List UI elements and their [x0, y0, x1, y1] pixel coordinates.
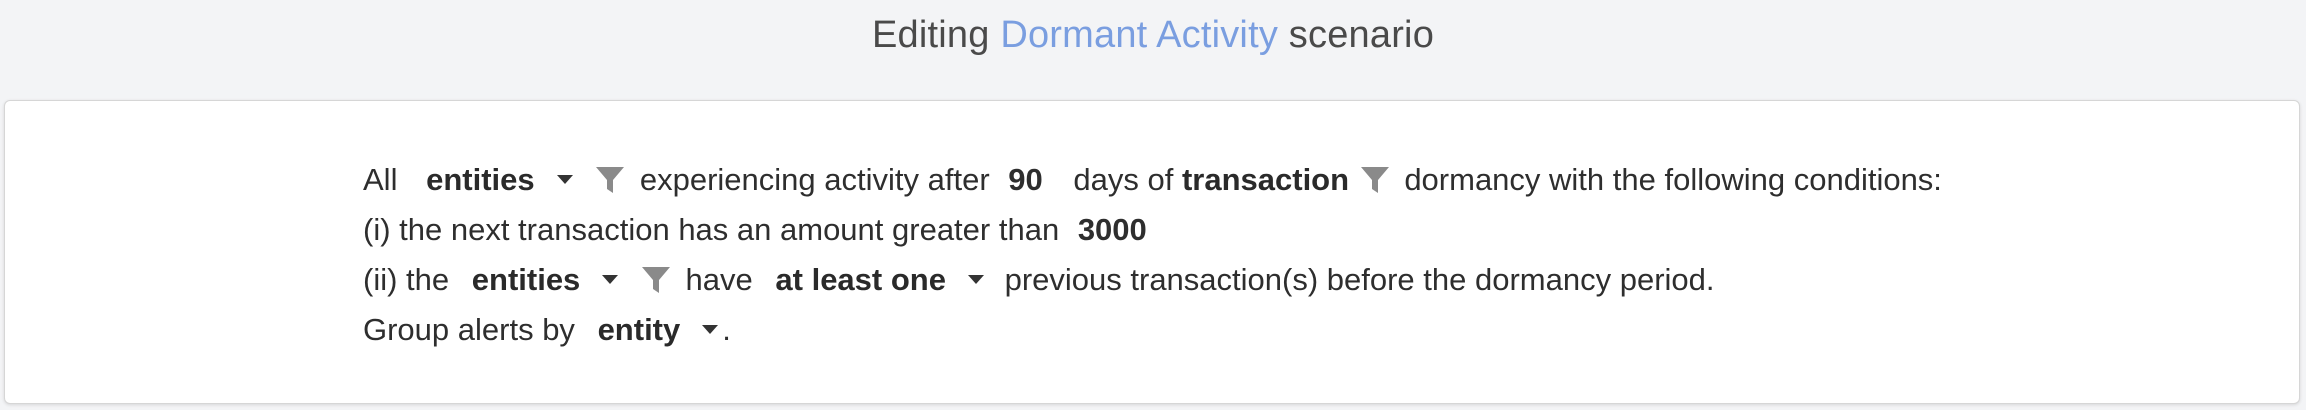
text-next-transaction-amount: (i) the next transaction has an amount g…: [363, 211, 1060, 247]
group-by-select-value: entity: [597, 311, 681, 347]
text-all: All: [363, 161, 398, 197]
days-value-input[interactable]: 90: [998, 155, 1064, 205]
text-previous-transactions: previous transaction(s) before the dorma…: [1004, 261, 1715, 297]
text-ii-the: (ii) the: [363, 261, 450, 297]
text-group-alerts-by: Group alerts by: [363, 311, 575, 347]
text-experiencing-activity-after: experiencing activity after: [639, 161, 990, 197]
text-period: .: [722, 311, 731, 347]
entity-type-select[interactable]: entities: [412, 155, 585, 205]
quantity-select-value: at least one: [775, 261, 946, 297]
scenario-name-link[interactable]: Dormant Activity: [1000, 14, 1278, 56]
chevron-down-icon: [556, 175, 573, 185]
chevron-down-icon: [602, 275, 619, 285]
sentence-line-2: (i) the next transaction has an amount g…: [363, 203, 1942, 253]
funnel-icon[interactable]: [1360, 165, 1390, 195]
title-prefix: Editing: [871, 14, 990, 56]
page-title: Editing Dormant Activity scenario: [0, 0, 2306, 70]
scenario-editor-card: All entities experiencing activity after…: [4, 100, 2300, 404]
funnel-icon[interactable]: [595, 165, 625, 195]
entity-select-condition[interactable]: entities: [458, 255, 631, 305]
text-have: have: [685, 261, 753, 297]
title-suffix: scenario: [1288, 14, 1435, 56]
amount-value-input[interactable]: 3000: [1068, 205, 1161, 255]
chevron-down-icon: [702, 325, 719, 335]
chevron-down-icon: [967, 275, 984, 285]
text-days-of: days of: [1073, 161, 1174, 197]
sentence-line-1: All entities experiencing activity after…: [363, 153, 1942, 203]
text-dormancy-with-conditions: dormancy with the following conditions:: [1404, 161, 1942, 197]
quantity-select[interactable]: at least one: [761, 255, 996, 305]
sentence-line-3: (ii) the entities have at least one prev…: [363, 253, 1942, 303]
entity-select-condition-value: entities: [471, 261, 581, 297]
funnel-icon[interactable]: [641, 265, 671, 295]
group-by-select[interactable]: entity: [584, 305, 723, 355]
scenario-sentence: All entities experiencing activity after…: [363, 153, 1942, 353]
dormancy-type-value[interactable]: transaction: [1182, 155, 1349, 205]
entity-type-select-value: entities: [426, 161, 535, 197]
sentence-line-4: Group alerts by entity .: [363, 303, 1942, 353]
